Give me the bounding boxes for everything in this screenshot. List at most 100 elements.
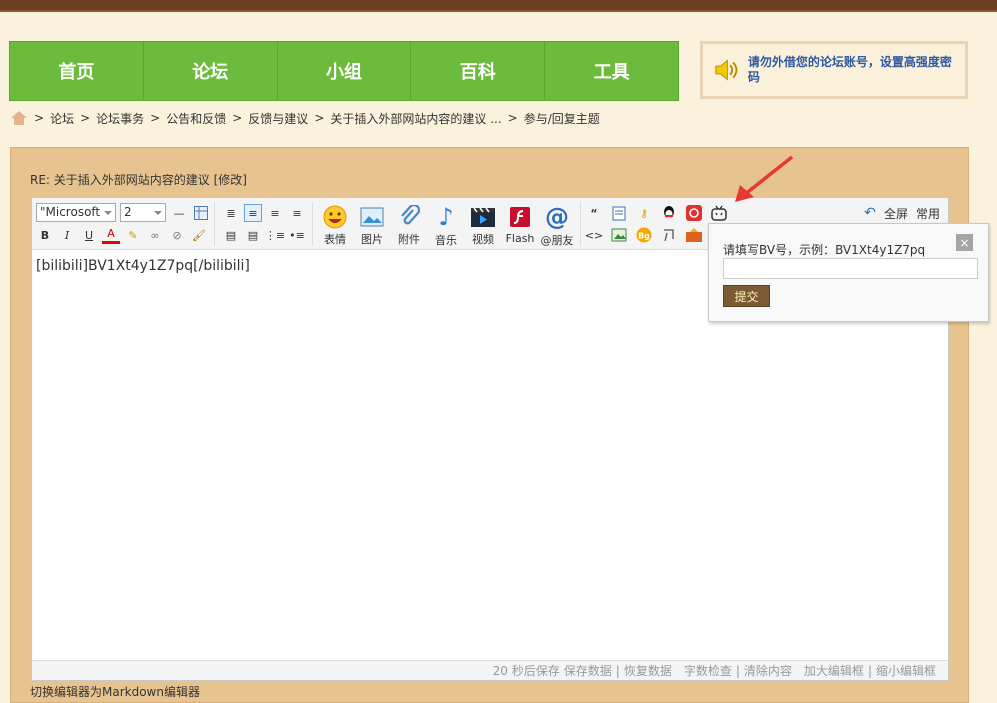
toolbar-divider (580, 202, 581, 246)
bilibili-tv-icon[interactable] (710, 204, 728, 222)
chevron-down-icon (104, 211, 112, 215)
home-icon[interactable] (10, 110, 28, 126)
table-icon[interactable] (192, 204, 210, 222)
nav-home[interactable]: 首页 (10, 42, 144, 100)
close-icon[interactable]: × (956, 234, 973, 251)
markdown-switch-link[interactable]: 切换编辑器为Markdown编辑器 (30, 683, 200, 700)
video-label: 视频 (472, 233, 494, 246)
flash-button[interactable]: Flash (502, 201, 538, 247)
insert-image-icon[interactable] (610, 226, 628, 244)
breadcrumb-item[interactable]: 公告和反馈 (166, 110, 226, 127)
breadcrumb-separator: > (314, 111, 325, 125)
main-nav: 首页 论坛 小组 百科 工具 (9, 41, 679, 101)
enlarge-editor-link[interactable]: 加大编辑框 (804, 662, 864, 679)
font-select[interactable]: "Microsoft (36, 203, 116, 222)
flash-label: Flash (505, 232, 535, 245)
qq-icon[interactable] (660, 204, 678, 222)
image-icon (359, 204, 385, 229)
smiley-icon (322, 204, 348, 229)
bv-input-popup: 请填写BV号，示例：BV1Xt4y1Z7pq × 提交 (708, 223, 989, 322)
ordered-list-icon[interactable]: ⋮≡ (265, 226, 285, 244)
video-button[interactable]: 视频 (465, 201, 501, 247)
music-label: 音乐 (435, 234, 457, 247)
nav-group[interactable]: 小组 (278, 42, 412, 100)
save-data-link[interactable]: 保存数据 (564, 662, 612, 679)
chevron-down-icon (154, 211, 162, 215)
music-note-icon: ♪ (438, 203, 454, 231)
music-button[interactable]: ♪ 音乐 (428, 201, 464, 247)
unordered-list-icon[interactable]: •≡ (288, 226, 306, 244)
paperclip-icon (396, 204, 422, 229)
bold-icon[interactable]: B (36, 226, 54, 244)
font-color-icon[interactable]: A (102, 226, 120, 244)
nav-wiki[interactable]: 百科 (411, 42, 546, 100)
key-icon[interactable]: ⚷ (635, 204, 653, 222)
image-label: 图片 (361, 233, 383, 246)
autosave-countdown: 20 秒后保存 (492, 664, 560, 678)
notice-text: 请勿外借您的论坛账号，设置高强度密码 (747, 55, 952, 84)
at-icon: @ (545, 203, 569, 231)
align-right-icon[interactable]: ≡ (288, 204, 306, 222)
statusbar-divider: | (867, 663, 872, 678)
speaker-icon (715, 59, 738, 81)
italic-icon[interactable]: I (58, 226, 76, 244)
background-icon[interactable]: Bg (635, 226, 653, 244)
bv-prompt-label: 请填写BV号，示例：BV1Xt4y1Z7pq (723, 243, 926, 257)
toolbar-divider (312, 202, 313, 246)
red-arrow-annotation (735, 155, 794, 202)
post-title: RE: 关于插入外部网站内容的建议 [修改] (30, 173, 247, 187)
word-check-link[interactable]: 字数检查 (684, 662, 732, 679)
code-icon[interactable]: <> (585, 226, 603, 244)
common-button[interactable]: 常用 (916, 205, 940, 222)
clear-format-icon[interactable]: 🖌 (190, 226, 208, 244)
breadcrumb-separator: > (507, 111, 518, 125)
netease-music-icon[interactable] (685, 204, 703, 222)
doc-icon[interactable] (610, 204, 628, 222)
nav-forum[interactable]: 论坛 (144, 42, 278, 100)
float-right-icon[interactable]: ▤ (244, 226, 262, 244)
size-select[interactable]: 2 (120, 203, 166, 222)
unlink-icon[interactable]: ⊘ (168, 226, 186, 244)
attachment-button[interactable]: 附件 (391, 201, 427, 247)
attachment-label: 附件 (398, 233, 420, 246)
align-center-icon[interactable]: ≡ (266, 204, 284, 222)
video-icon (470, 204, 496, 229)
statusbar-divider: | (735, 663, 740, 678)
emoji-button[interactable]: 表情 (317, 201, 353, 247)
breadcrumb-item[interactable]: 论坛 (50, 110, 74, 127)
hot-icon[interactable] (685, 226, 703, 244)
editor-content[interactable]: [bilibili]BV1Xt4y1Z7pq[/bilibili] (36, 258, 250, 274)
shrink-editor-link[interactable]: 缩小编辑框 (876, 662, 936, 679)
breadcrumb-separator: > (150, 111, 161, 125)
mention-button[interactable]: @ @朋友 (539, 201, 575, 247)
clear-content-link[interactable]: 清除内容 (744, 662, 792, 679)
notice-box: 请勿外借您的论坛账号，设置高强度密码 (700, 41, 968, 99)
free-layout-icon[interactable] (660, 226, 678, 244)
float-left-icon[interactable]: ▤ (222, 226, 240, 244)
breadcrumb-item[interactable]: 关于插入外部网站内容的建议 ... (330, 110, 501, 127)
emoji-label: 表情 (324, 233, 346, 246)
fullscreen-button[interactable]: 全屏 (884, 205, 908, 222)
bv-input[interactable] (723, 258, 978, 279)
breadcrumb: > 论坛 > 论坛事务 > 公告和反馈 > 反馈与建议 > 关于插入外部网站内容… (10, 108, 600, 128)
link-icon[interactable]: ∞ (146, 226, 164, 244)
editor-statusbar: 20 秒后保存 保存数据 | 恢复数据 字数检查 | 清除内容 加大编辑框 | … (32, 660, 948, 680)
breadcrumb-item[interactable]: 反馈与建议 (248, 110, 308, 127)
submit-button[interactable]: 提交 (723, 285, 770, 307)
restore-data-link[interactable]: 恢复数据 (624, 662, 672, 679)
highlight-icon[interactable]: ✎ (124, 226, 142, 244)
underline-icon[interactable]: U (80, 226, 98, 244)
breadcrumb-separator: > (34, 111, 45, 125)
breadcrumb-separator: > (80, 111, 91, 125)
align-indent-icon[interactable]: ≣ (222, 204, 240, 222)
image-button[interactable]: 图片 (354, 201, 390, 247)
quote-icon[interactable]: “ (585, 204, 603, 222)
back-arrow-icon[interactable]: ↶ (860, 204, 880, 222)
align-left-icon[interactable]: ≡ (244, 204, 262, 222)
hr-icon[interactable]: — (170, 204, 188, 222)
mention-label: @朋友 (540, 234, 574, 247)
nav-tools[interactable]: 工具 (545, 42, 678, 100)
svg-text:Bg: Bg (638, 232, 650, 241)
breadcrumb-separator: > (232, 111, 243, 125)
breadcrumb-item[interactable]: 论坛事务 (96, 110, 144, 127)
